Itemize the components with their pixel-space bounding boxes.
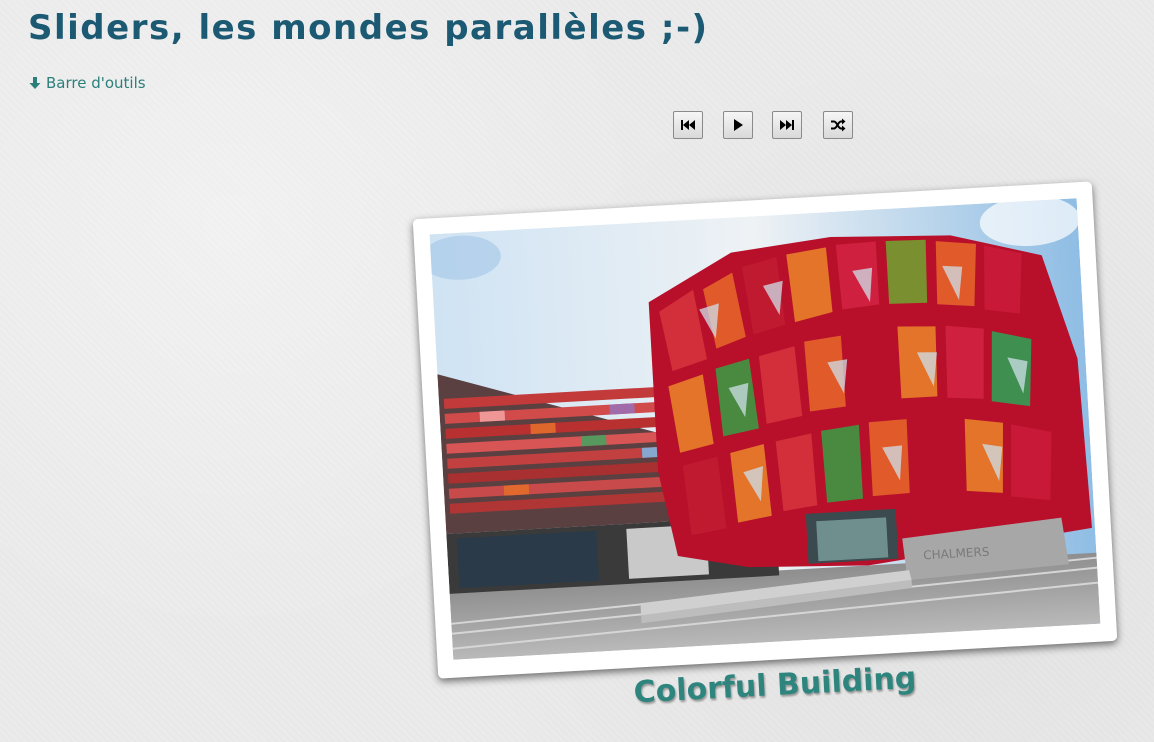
next-button[interactable] — [772, 111, 802, 139]
toolbar-toggle-link[interactable]: Barre d'outils — [28, 74, 146, 92]
slide-caption: Colorful Building — [632, 660, 918, 711]
toolbar-toggle-label: Barre d'outils — [46, 74, 146, 92]
play-icon — [732, 118, 744, 132]
play-button[interactable] — [723, 111, 753, 139]
page-title: Sliders, les mondes parallèles ;-) — [28, 8, 709, 48]
slide-frame: CHALMERS — [412, 181, 1118, 679]
slider-controls — [0, 111, 1154, 139]
fast-forward-icon — [779, 119, 795, 131]
rewind-icon — [680, 119, 696, 131]
slide-photo: CHALMERS — [429, 198, 1101, 660]
previous-button[interactable] — [673, 111, 703, 139]
shuffle-icon — [830, 118, 846, 132]
arrow-down-icon — [28, 76, 42, 90]
shuffle-button[interactable] — [823, 111, 853, 139]
